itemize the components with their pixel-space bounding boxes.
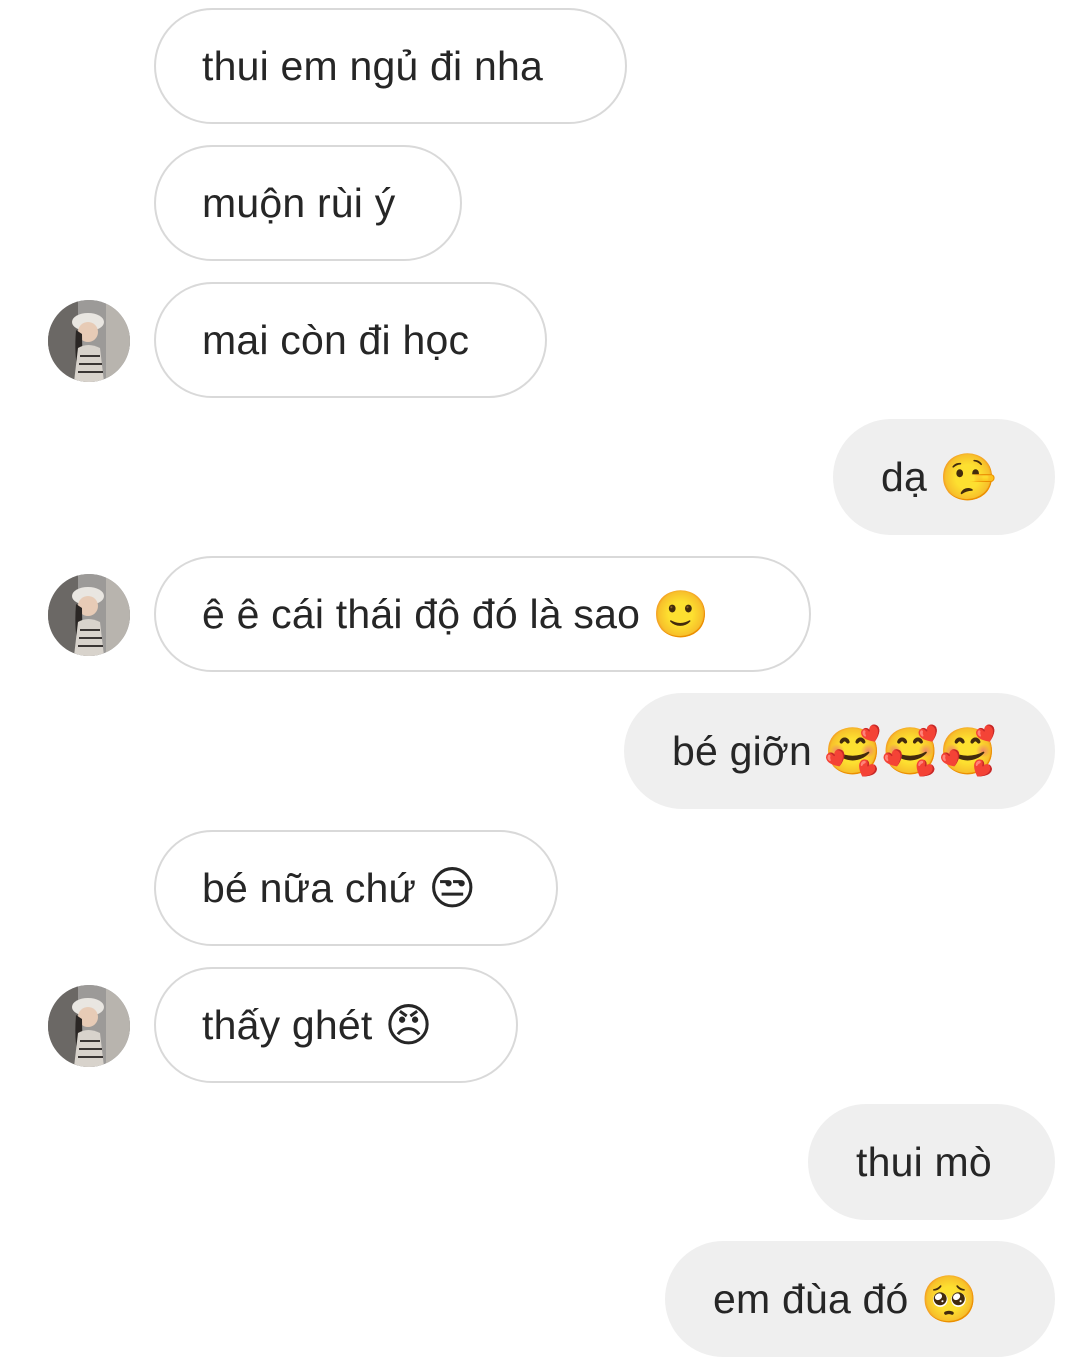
incoming-message-bubble[interactable]: ê ê cái thái độ đó là sao 🙂 — [154, 556, 811, 672]
message-row: dạ 🤥 — [0, 419, 1079, 539]
lying-face-emoji-icon: 🤥 — [939, 450, 997, 504]
profile-photo-avatar-icon — [48, 300, 130, 382]
sender-avatar[interactable] — [48, 985, 130, 1067]
incoming-message-bubble[interactable]: muộn rùi ý — [154, 145, 462, 261]
outgoing-message-bubble[interactable]: dạ 🤥 — [833, 419, 1055, 535]
slightly-smiling-face-emoji-icon: 🙂 — [652, 587, 710, 641]
message-row: thui em ngủ đi nha — [0, 8, 1079, 128]
message-text: ê ê cái thái độ đó là sao — [202, 590, 641, 637]
incoming-message-bubble[interactable]: bé nữa chứ 😒 — [154, 830, 558, 946]
outgoing-message-bubble[interactable]: bé giỡn 🥰🥰🥰 — [624, 693, 1055, 809]
message-text: mai còn đi học — [202, 316, 470, 363]
pleading-face-emoji-icon: 🥺 — [920, 1272, 979, 1326]
sender-avatar[interactable] — [48, 574, 130, 656]
message-text: dạ — [881, 453, 928, 500]
sender-avatar[interactable] — [48, 300, 130, 382]
message-text: em đùa đó — [713, 1275, 909, 1322]
message-row: em đùa đó 🥺 — [0, 1241, 1079, 1361]
message-row: bé giỡn 🥰🥰🥰 — [0, 693, 1079, 813]
angry-face-emoji-icon: 😠 — [384, 998, 433, 1052]
message-row: muộn rùi ý — [0, 145, 1079, 265]
unamused-face-emoji-icon: 😒 — [428, 861, 477, 915]
message-row: thui mò — [0, 1104, 1079, 1224]
message-text: thui mò — [856, 1138, 992, 1185]
smiling-face-with-hearts-emoji-icon: 🥰🥰🥰 — [824, 724, 997, 778]
incoming-message-bubble[interactable]: thui em ngủ đi nha — [154, 8, 627, 124]
message-text: bé giỡn — [672, 727, 812, 774]
incoming-message-bubble[interactable]: thấy ghét 😠 — [154, 967, 518, 1083]
message-row: ê ê cái thái độ đó là sao 🙂 — [0, 556, 1079, 676]
message-text: thui em ngủ đi nha — [202, 42, 543, 89]
message-row: mai còn đi học — [0, 282, 1079, 402]
message-row: bé nữa chứ 😒 — [0, 830, 1079, 950]
outgoing-message-bubble[interactable]: thui mò — [808, 1104, 1055, 1220]
message-text: muộn rùi ý — [202, 179, 396, 226]
message-text: bé nữa chứ — [202, 864, 417, 911]
message-row: thấy ghét 😠 — [0, 967, 1079, 1087]
message-text: thấy ghét — [202, 1001, 373, 1048]
incoming-message-bubble[interactable]: mai còn đi học — [154, 282, 547, 398]
outgoing-message-bubble[interactable]: em đùa đó 🥺 — [665, 1241, 1055, 1357]
profile-photo-avatar-icon — [48, 574, 130, 656]
profile-photo-avatar-icon — [48, 985, 130, 1067]
